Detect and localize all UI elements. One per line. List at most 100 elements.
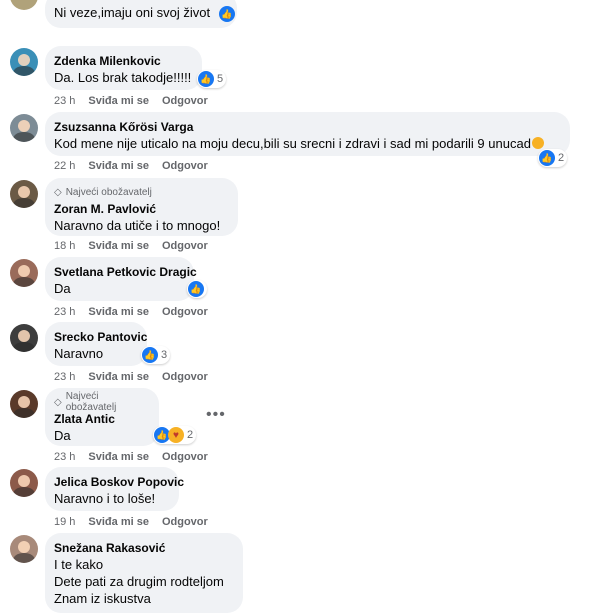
comment-text: Da [54, 428, 71, 443]
avatar-face [18, 120, 30, 132]
comment-meta: 22 h Sviđa mi se Odgovor [54, 160, 208, 172]
reaction-count: 5 [217, 73, 224, 85]
avatar[interactable] [10, 390, 38, 418]
comment-meta: 19 h Sviđa mi se Odgovor [54, 516, 208, 528]
like-icon: 👍 [142, 347, 158, 363]
comment-bubble: ◇ Najveći obožavatelj Zoran M. Pavlović … [45, 178, 238, 236]
comment-bubble: Snežana Rakasović I te kako Dete pati za… [45, 533, 243, 613]
avatar-body [13, 277, 35, 287]
avatar-body [13, 342, 35, 352]
reaction-summary[interactable]: 👍 [187, 280, 207, 298]
avatar[interactable] [10, 48, 38, 76]
comment-bubble: Zdenka Milenkovic Da. Los brak takodje!!… [45, 46, 202, 90]
avatar[interactable] [10, 0, 38, 10]
like-icon: 👍 [198, 71, 214, 87]
comment-author[interactable]: Zdenka Milenkovic [54, 53, 190, 69]
top-fan-badge: ◇ Najveći obožavatelj [54, 185, 226, 199]
comment-time[interactable]: 18 h [54, 240, 75, 252]
diamond-icon: ◇ [54, 186, 62, 198]
comment-author[interactable]: Zoran M. Pavlović [54, 201, 226, 217]
reply-button[interactable]: Odgovor [162, 371, 208, 383]
comment-text-line: Dete pati za drugim rodteljom [54, 574, 224, 589]
comment-bubble: Ni veze,imaju oni svoj život [45, 0, 237, 28]
reply-button[interactable]: Odgovor [162, 95, 208, 107]
like-icon: 👍 [219, 6, 235, 22]
comment-author[interactable]: Zsuzsanna Kőrösi Varga [54, 119, 558, 135]
like-button[interactable]: Sviđa mi se [88, 306, 149, 318]
reaction-summary[interactable]: 👍 3 [141, 346, 171, 364]
like-button[interactable]: Sviđa mi se [88, 160, 149, 172]
reply-button[interactable]: Odgovor [162, 160, 208, 172]
avatar-body [13, 487, 35, 497]
reply-button[interactable]: Odgovor [162, 451, 208, 463]
smiling-hearts-emoji-icon [531, 137, 544, 149]
like-button[interactable]: Sviđa mi se [88, 371, 149, 383]
avatar-body [13, 132, 35, 142]
comment-time[interactable]: 22 h [54, 160, 75, 172]
comment-text: Kod mene nije uticalo na moju decu,bili … [54, 135, 558, 152]
comment-bubble: Srecko Pantovic Naravno [45, 322, 147, 366]
comment-text: Naravno i to loše! [54, 491, 156, 506]
comment-text: Naravno [54, 346, 104, 361]
reaction-summary[interactable]: 👍 5 [197, 70, 227, 88]
avatar[interactable] [10, 324, 38, 352]
comment-meta: 23 h Sviđa mi se Odgovor [54, 451, 208, 463]
comment-text: Da [54, 281, 71, 296]
comment-bubble: Jelica Boskov Popovic Naravno i to loše! [45, 467, 184, 511]
top-fan-badge: ◇ Najveći obožavatelj [54, 391, 147, 413]
reaction-count: 2 [187, 429, 194, 441]
comment-meta: 18 h Sviđa mi se Odgovor [54, 240, 208, 252]
comment-time[interactable]: 23 h [54, 371, 75, 383]
comment-author[interactable]: Zlata Antic [54, 411, 147, 427]
comment-author[interactable]: Svetlana Petkovic Dragic [54, 264, 197, 280]
comment-text-line: Znam iz iskustva [54, 591, 151, 606]
comment-author[interactable]: Jelica Boskov Popovic [54, 474, 184, 490]
comment-time[interactable]: 23 h [54, 451, 75, 463]
avatar[interactable] [10, 259, 38, 287]
reply-button[interactable]: Odgovor [162, 240, 208, 252]
like-button[interactable]: Sviđa mi se [88, 240, 149, 252]
avatar-body [13, 66, 35, 76]
comment-bubble: ◇ Najveći obožavatelj Zlata Antic Da [45, 388, 159, 446]
avatar[interactable] [10, 535, 38, 563]
badge-label: Najveći obožavatelj [65, 186, 152, 198]
comment-meta: 23 h Sviđa mi se Odgovor [54, 95, 208, 107]
comment-text: Naravno da utiče i to mnogo! [54, 218, 221, 233]
reply-button[interactable]: Odgovor [162, 306, 208, 318]
more-options-icon[interactable]: ••• [206, 406, 226, 424]
comment-time[interactable]: 23 h [54, 95, 75, 107]
comment-author[interactable]: Srecko Pantovic [54, 329, 147, 345]
reaction-summary[interactable]: 👍 ♥ 2 [153, 426, 197, 444]
reaction-count: 3 [161, 349, 168, 361]
reply-button[interactable]: Odgovor [162, 516, 208, 528]
comment-time[interactable]: 23 h [54, 306, 75, 318]
avatar-face [18, 541, 30, 553]
comment-bubble: Zsuzsanna Kőrösi Varga Kod mene nije uti… [45, 112, 570, 156]
avatar[interactable] [10, 114, 38, 142]
reaction-summary[interactable]: 👍 2 [538, 149, 568, 167]
like-icon: 👍 [188, 281, 204, 297]
comment-text: Da. Los brak takodje!!!!! [54, 70, 192, 85]
avatar-body [13, 198, 35, 208]
like-button[interactable]: Sviđa mi se [88, 451, 149, 463]
avatar-face [18, 475, 30, 487]
comment-text-body: Kod mene nije uticalo na moju decu,bili … [54, 136, 531, 151]
avatar[interactable] [10, 469, 38, 497]
comment-author[interactable]: Snežana Rakasović [54, 540, 231, 556]
diamond-icon: ◇ [54, 396, 62, 408]
avatar-face [18, 54, 30, 66]
avatar-face [18, 396, 30, 408]
comment-bubble: Svetlana Petkovic Dragic Da [45, 257, 197, 301]
like-icon: 👍 [539, 150, 555, 166]
avatar-face [18, 265, 30, 277]
comment-meta: 23 h Sviđa mi se Odgovor [54, 371, 208, 383]
comment-text-line: I te kako [54, 557, 104, 572]
avatar-body [13, 553, 35, 563]
comment-time[interactable]: 19 h [54, 516, 75, 528]
like-button[interactable]: Sviđa mi se [88, 516, 149, 528]
avatar[interactable] [10, 180, 38, 208]
reaction-count: 2 [558, 152, 565, 164]
reaction-summary[interactable]: 👍 [218, 5, 238, 23]
avatar-face [18, 186, 30, 198]
like-button[interactable]: Sviđa mi se [88, 95, 149, 107]
